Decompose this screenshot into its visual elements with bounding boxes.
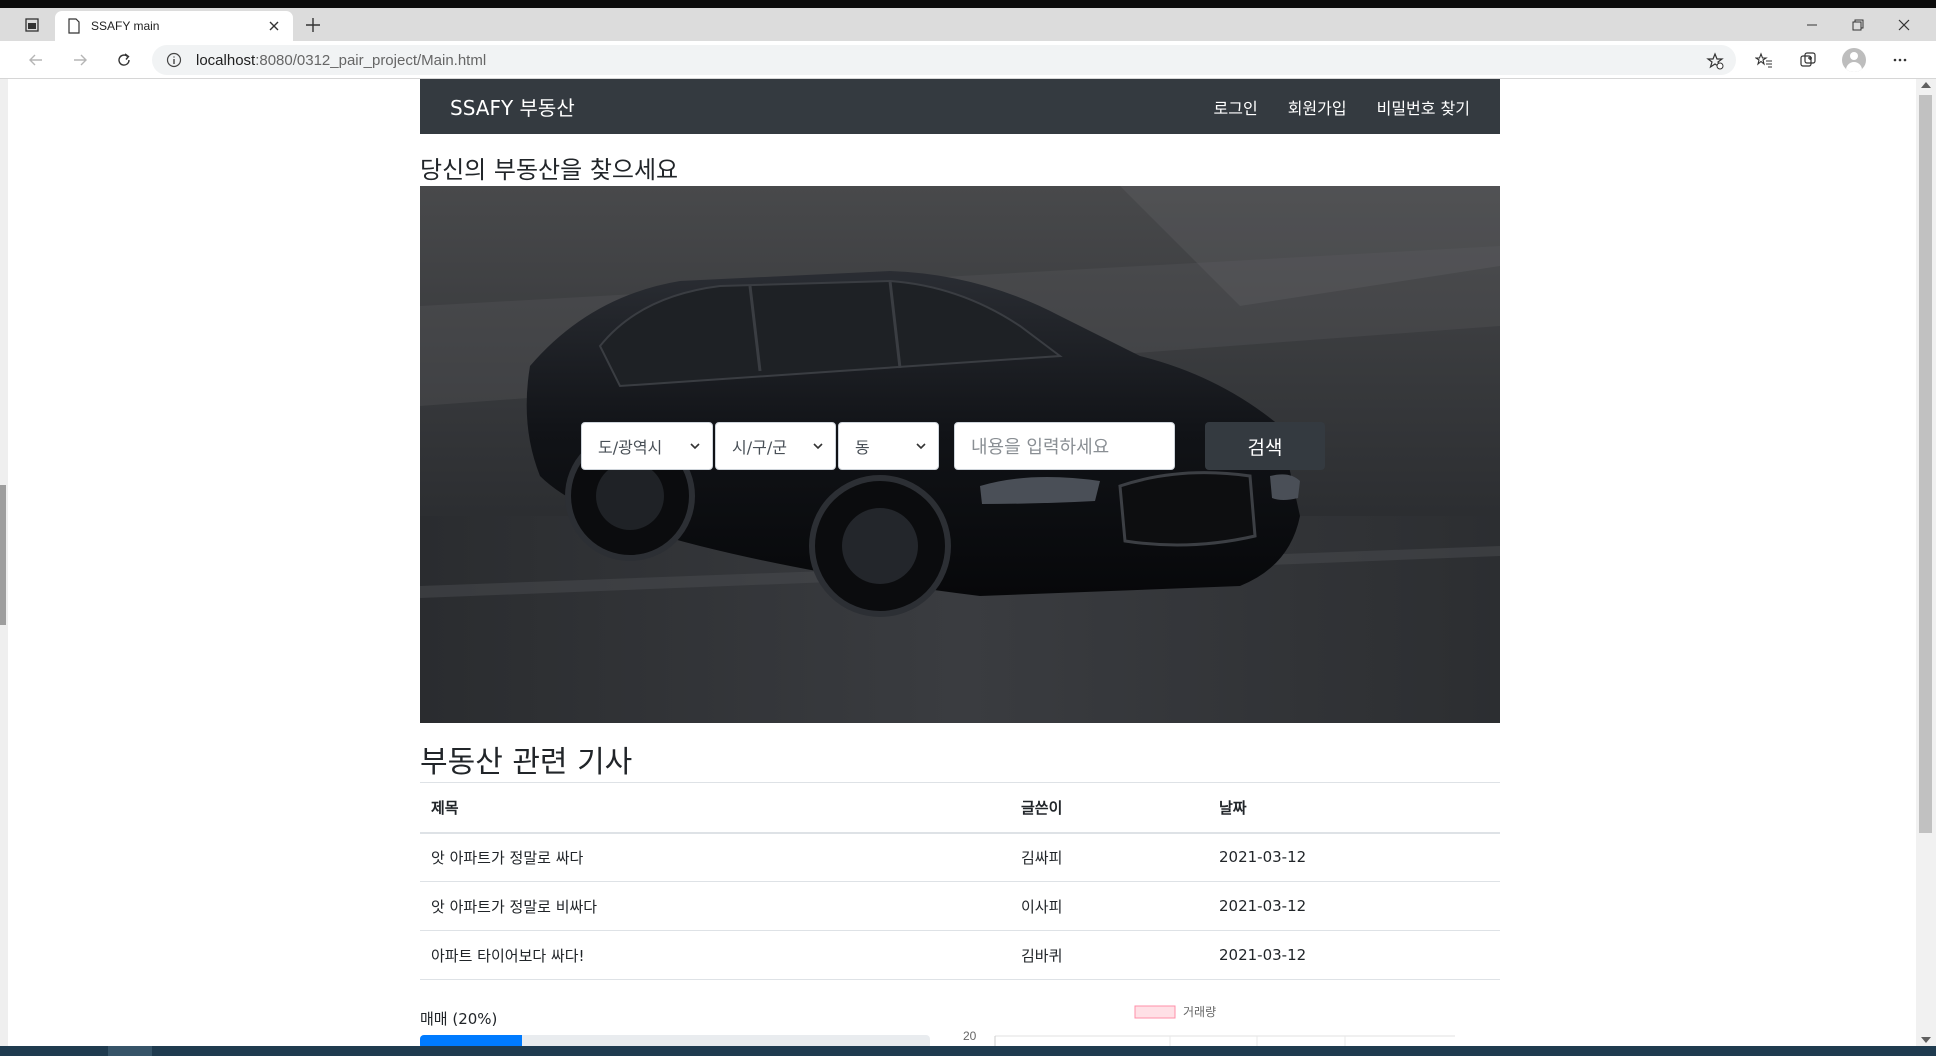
city-select[interactable]: 시/구/군 [715,422,836,470]
article-date: 2021-03-12 [1208,832,1500,882]
article-author: 김바퀴 [1010,930,1208,980]
favorites-button[interactable] [1752,48,1776,72]
chevron-down-icon [916,443,926,450]
article-title[interactable]: 앗 아파트가 정말로 싸다 [420,832,1010,882]
province-select[interactable]: 도/광역시 [581,422,713,470]
search-input[interactable]: 내용을 입력하세요 [954,422,1175,470]
progress-fill [420,1035,522,1046]
hero-banner: 도/광역시 시/구/군 동 내용을 입력하세요 검색 [420,186,1500,723]
page-icon [68,18,80,34]
info-icon[interactable] [166,52,182,68]
restore-button[interactable] [1836,8,1880,41]
taskbar-item[interactable] [108,1046,152,1056]
minimize-button[interactable] [1790,8,1834,41]
province-select-value: 도/광역시 [598,438,663,457]
tab-title: SSAFY main [91,19,160,33]
arrow-right-icon [74,54,87,66]
search-form: 도/광역시 시/구/군 동 내용을 입력하세요 검색 [581,422,1325,470]
nav-links: 로그인 회원가입 비밀번호 찾기 [1214,95,1470,119]
y-tick-label: 20 [963,1029,977,1043]
legend-swatch [1134,1005,1176,1019]
stats-section: 매매 (20%) 거래량 20 10 [420,1005,1500,1046]
page-container: SSAFY 부동산 로그인 회원가입 비밀번호 찾기 당신의 부동산을 찾으세요 [420,79,1500,1046]
browser-toolbar: localhost:8080/0312_pair_project/Main.ht… [0,41,1936,79]
articles-table: 제목 글쓴이 날짜 앗 아파트가 정말로 싸다 김싸피 2021-03-12 앗… [420,782,1500,980]
table-row[interactable]: 아파트 타이어보다 싸다! 김바퀴 2021-03-12 [420,930,1500,980]
article-author: 이사피 [1010,881,1208,931]
collections-icon [1800,52,1816,67]
search-button[interactable]: 검색 [1205,422,1325,470]
close-icon [269,21,279,31]
column-header-date: 날짜 [1208,782,1500,834]
site-navbar: SSAFY 부동산 로그인 회원가입 비밀번호 찾기 [420,79,1500,134]
url-text: localhost:8080/0312_pair_project/Main.ht… [196,52,486,69]
close-window-button[interactable] [1882,8,1926,41]
volume-chart: 거래량 20 10 [963,1005,1455,1046]
profile-avatar[interactable] [1842,48,1866,72]
table-row[interactable]: 앗 아파트가 정말로 싸다 김싸피 2021-03-12 [420,832,1500,882]
dong-select-value: 동 [855,438,870,457]
os-taskbar [0,1046,1936,1056]
table-header-row: 제목 글쓴이 날짜 [420,782,1500,834]
city-select-value: 시/구/군 [732,438,787,457]
nav-signup-link[interactable]: 회원가입 [1288,95,1347,119]
sale-progress-bar [420,1035,930,1046]
new-tab-button[interactable] [303,15,323,35]
plus-icon [306,18,320,32]
more-menu-button[interactable] [1888,48,1912,72]
nav-find-password-link[interactable]: 비밀번호 찾기 [1377,95,1470,119]
back-button[interactable] [24,48,48,72]
address-bar[interactable]: localhost:8080/0312_pair_project/Main.ht… [152,45,1736,75]
nav-login-link[interactable]: 로그인 [1214,95,1258,119]
url-path: :8080/0312_pair_project/Main.html [255,51,487,69]
table-row[interactable]: 앗 아파트가 정말로 비싸다 이사피 2021-03-12 [420,881,1500,931]
minimize-icon [1807,24,1817,25]
article-title[interactable]: 앗 아파트가 정말로 비싸다 [420,881,1010,931]
url-host: localhost [196,51,256,69]
tab-close-button[interactable] [267,19,281,33]
tab-actions-button[interactable] [10,8,54,41]
chevron-down-icon [813,443,823,450]
column-header-author: 글쓴이 [1010,782,1208,834]
scroll-up-arrow[interactable] [1921,82,1931,88]
progress-label: 매매 (20%) [420,1010,498,1028]
browser-tab[interactable]: SSAFY main [55,11,293,41]
reload-button[interactable] [112,48,136,72]
site-brand[interactable]: SSAFY 부동산 [450,92,575,121]
arrow-left-icon [29,54,42,66]
scroll-down-arrow[interactable] [1921,1037,1931,1043]
more-icon [1893,58,1907,62]
reload-icon [118,53,130,66]
tab-actions-icon [25,17,39,32]
page-headline: 당신의 부동산을 찾으세요 [420,156,679,184]
forward-button[interactable] [68,48,92,72]
article-date: 2021-03-12 [1208,881,1500,931]
window-frame [0,0,1936,8]
restore-icon [1852,19,1864,30]
dong-select[interactable]: 동 [838,422,939,470]
article-author: 김싸피 [1010,832,1208,882]
favorites-icon [1755,52,1772,68]
collections-button[interactable] [1796,48,1820,72]
vertical-scrollbar[interactable] [1916,79,1936,1046]
article-title[interactable]: 아파트 타이어보다 싸다! [420,930,1010,980]
tab-strip: SSAFY main [0,8,1936,41]
add-favorite-icon[interactable] [1706,52,1724,70]
left-edge-bar [0,79,8,1046]
left-edge-handle[interactable] [0,485,6,625]
close-window-icon [1898,19,1910,30]
article-date: 2021-03-12 [1208,930,1500,980]
page-viewport: SSAFY 부동산 로그인 회원가입 비밀번호 찾기 당신의 부동산을 찾으세요 [0,79,1936,1046]
legend-label: 거래량 [1183,1005,1216,1019]
articles-title: 부동산 관련 기사 [420,745,633,780]
chevron-down-icon [690,443,700,450]
scrollbar-thumb[interactable] [1919,95,1932,833]
column-header-title: 제목 [420,782,1010,834]
